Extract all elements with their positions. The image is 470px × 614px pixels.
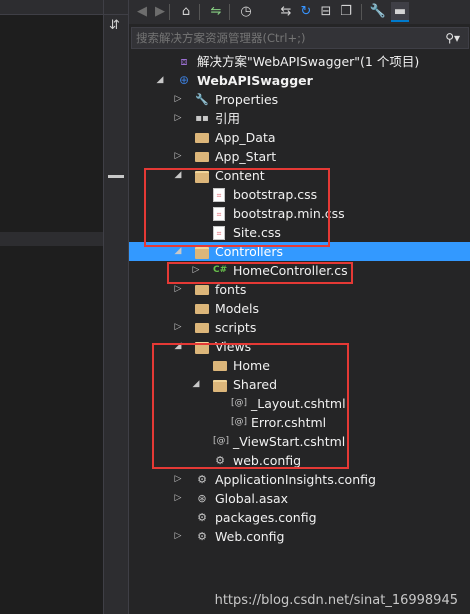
collapsed-arrow-icon[interactable]: ▷ — [173, 90, 183, 109]
tree-item-label: WebAPISwagger — [197, 73, 313, 88]
editor-tab-strip — [0, 0, 103, 15]
tree-item[interactable]: ▷ scripts — [129, 318, 470, 337]
tree-item[interactable]: ▷ ⚙ ApplicationInsights.config — [129, 470, 470, 489]
toolbar-separator — [229, 4, 230, 20]
tree-item-label: 解决方案"WebAPISwagger"(1 个项目) — [197, 54, 420, 69]
folder-icon — [195, 304, 209, 314]
project-icon: ⊕ — [178, 73, 190, 87]
toolbar-separator — [199, 4, 200, 20]
tree-item[interactable]: ▷ ⚙ Web.config — [129, 527, 470, 546]
tree-item[interactable]: ◢ ⊕ WebAPISwagger — [129, 71, 470, 90]
history-icon[interactable]: ◷ — [237, 2, 255, 22]
back-icon[interactable]: ◀ — [133, 2, 151, 22]
folder-icon — [195, 285, 209, 295]
tree-item-label: Web.config — [215, 529, 285, 544]
tree-item[interactable]: ▷ App_Start — [129, 147, 470, 166]
collapsed-arrow-icon[interactable]: ▷ — [173, 109, 183, 128]
search-box[interactable]: ⚲▾ — [131, 27, 469, 49]
tree-item-label: App_Data — [215, 130, 276, 145]
highlight-box-content — [144, 168, 330, 247]
expanded-arrow-icon[interactable]: ◢ — [155, 71, 165, 90]
folder-open-icon — [195, 247, 209, 259]
tree-item[interactable]: Models — [129, 299, 470, 318]
editor-line-highlight — [0, 232, 103, 246]
divider — [104, 14, 129, 15]
tree-item[interactable]: App_Data — [129, 128, 470, 147]
references-icon: ▪▪ — [195, 113, 209, 124]
highlight-box-homecontroller — [167, 262, 353, 284]
search-icon[interactable]: ⚲▾ — [445, 28, 460, 48]
tree-item[interactable]: ▷ ▪▪ 引用 — [129, 109, 470, 128]
forward-icon[interactable]: ▶ — [151, 2, 169, 22]
refresh-icon[interactable]: ↻ — [297, 2, 315, 22]
tree-item-label: App_Start — [215, 149, 277, 164]
tree-item-label: Properties — [215, 92, 279, 107]
collapsed-arrow-icon[interactable]: ▷ — [173, 147, 183, 166]
copy-icon[interactable]: ❐ — [337, 2, 355, 22]
folder-icon — [195, 133, 209, 143]
pin-icon[interactable]: ⇵ — [109, 18, 120, 33]
tree-item-label: Models — [215, 301, 260, 316]
folder-icon — [195, 323, 209, 333]
tree-item[interactable]: ▷ ⊛ Global.asax — [129, 489, 470, 508]
tree-item-label: packages.config — [215, 510, 317, 525]
config-file-icon: ⚙ — [197, 511, 207, 524]
home-icon[interactable]: ⌂ — [177, 2, 195, 22]
preview-icon[interactable]: ▬ — [391, 2, 409, 22]
solution-explorer-toolbar: ◀ ▶ ⌂ ⇋ ◷ ⇆ ↻ ⊟ ❐ 🔧 ▬ — [129, 0, 470, 24]
global-asax-icon: ⊛ — [197, 492, 207, 505]
solution-icon: ⧈ — [180, 55, 188, 68]
watermark: https://blog.csdn.net/sinat_16998945 — [214, 593, 458, 608]
collapsed-arrow-icon[interactable]: ▷ — [173, 527, 183, 546]
scroll-marker[interactable] — [108, 175, 124, 178]
tree-item[interactable]: ⚙ packages.config — [129, 508, 470, 527]
search-input[interactable] — [134, 28, 438, 48]
collapsed-arrow-icon[interactable]: ▷ — [173, 318, 183, 337]
config-file-icon: ⚙ — [197, 530, 207, 543]
tree-item-label: ApplicationInsights.config — [215, 472, 376, 487]
solution-explorer: ◀▶⌂⇋◷⇆↻⊟❐🔧▬ ⚲▾ ⧈解决方案"WebAPISwagger"(1 个项… — [128, 0, 470, 614]
tree-item-label: 引用 — [215, 111, 241, 126]
tree-item-label: Global.asax — [215, 491, 289, 506]
tree-item-label: scripts — [215, 320, 257, 335]
sync-icon[interactable]: ⇋ — [207, 2, 225, 22]
side-dock-strip: ⇵ — [103, 0, 129, 614]
editor-pane — [0, 0, 103, 614]
collapsed-arrow-icon[interactable]: ▷ — [173, 489, 183, 508]
wrench-icon: 🔧 — [195, 93, 209, 106]
config-file-icon: ⚙ — [197, 473, 207, 486]
collapsed-arrow-icon[interactable]: ▷ — [173, 470, 183, 489]
highlight-box-views — [152, 343, 349, 469]
toolbar-separator — [361, 4, 362, 20]
tree-item[interactable]: ⧈ 解决方案"WebAPISwagger"(1 个项目) — [129, 52, 470, 71]
switch-views-icon[interactable]: ⇆ — [277, 2, 295, 22]
properties-icon[interactable]: 🔧 — [369, 2, 387, 22]
folder-icon — [195, 152, 209, 162]
tree-item[interactable]: ▷ 🔧 Properties — [129, 90, 470, 109]
collapse-all-icon[interactable]: ⊟ — [317, 2, 335, 22]
toolbar-separator — [169, 4, 170, 20]
